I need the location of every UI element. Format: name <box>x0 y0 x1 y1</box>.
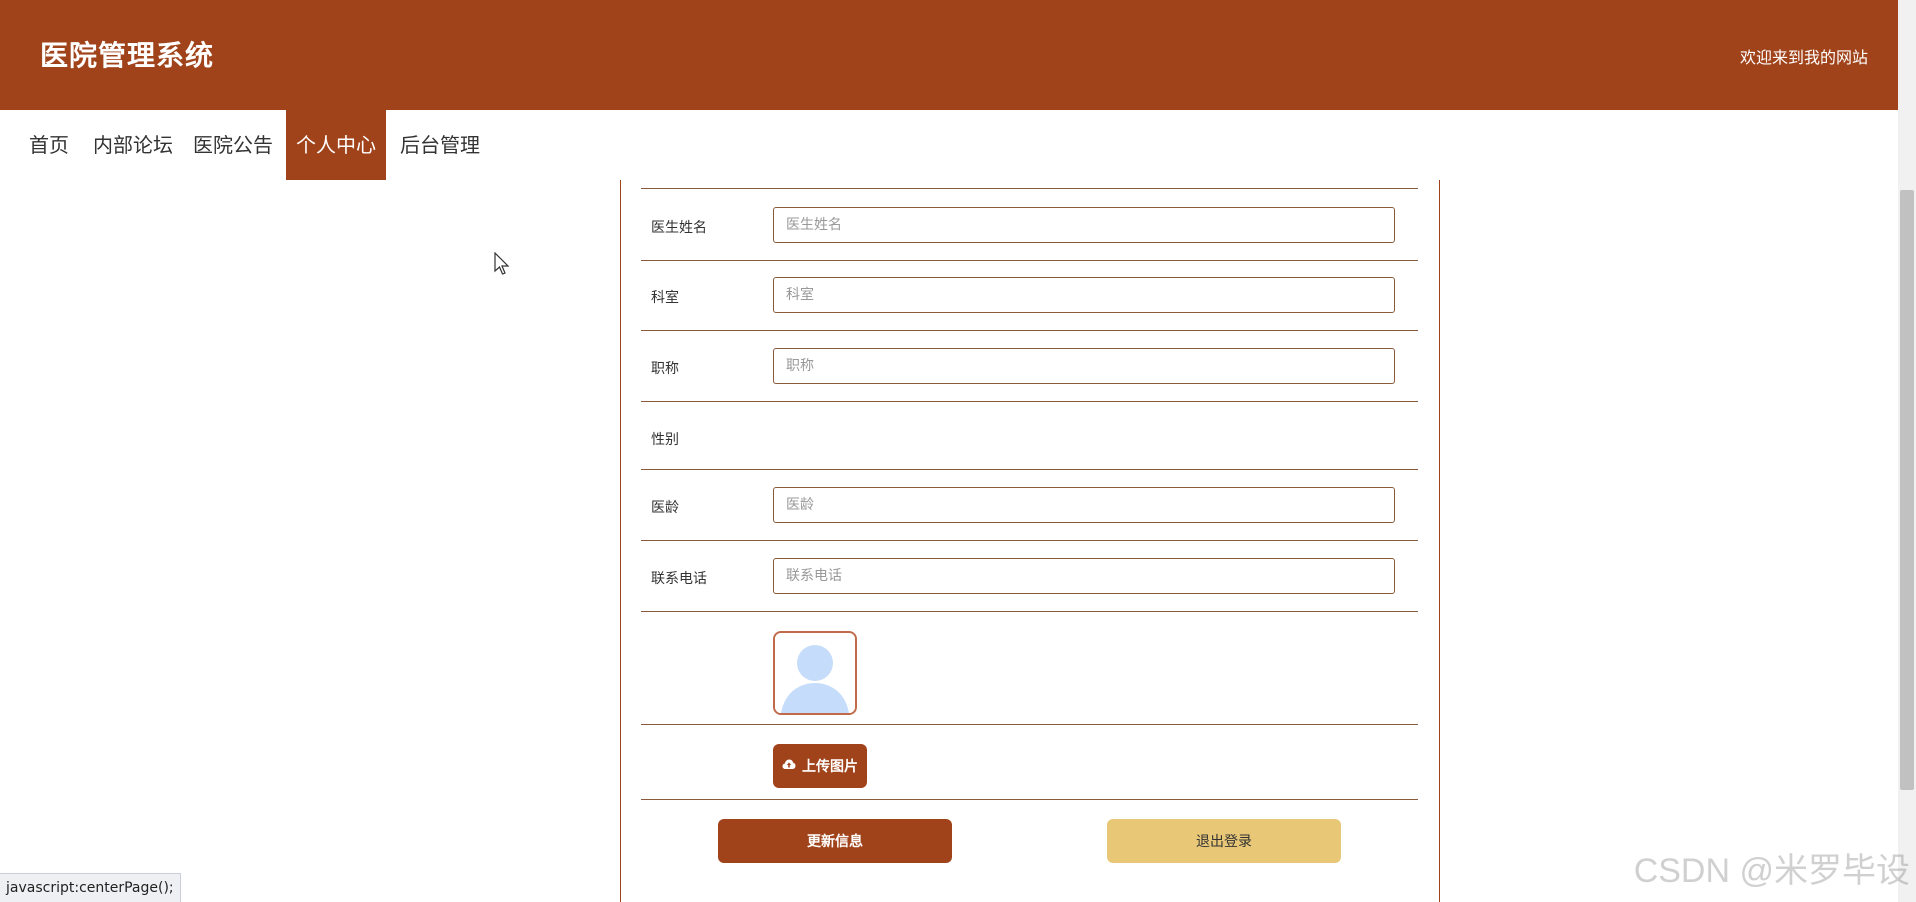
browser-status-bar: javascript:centerPage(); <box>0 873 181 902</box>
phone-label: 联系电话 <box>651 571 707 587</box>
profile-form-panel: 医生姓名 科室 职称 性别 医龄 联系电话 <box>620 180 1440 902</box>
user-avatar-icon[interactable] <box>773 631 857 715</box>
nav-item-forum[interactable]: 内部论坛 <box>83 110 183 180</box>
welcome-text: 欢迎来到我的网站 <box>1739 48 1868 67</box>
cloud-upload-icon <box>782 758 796 774</box>
title-label: 职称 <box>651 361 679 377</box>
phone-input[interactable] <box>773 558 1395 594</box>
site-title[interactable]: 医院管理系统 <box>40 34 214 74</box>
form-row-avatar <box>641 612 1418 725</box>
form-row-upload: 上传图片 <box>641 725 1418 800</box>
upload-image-label: 上传图片 <box>802 759 858 775</box>
doctor-name-input[interactable] <box>773 207 1395 243</box>
site-header: 医院管理系统 欢迎来到我的网站 <box>0 0 1898 110</box>
main-nav: 首页 内部论坛 医院公告 个人中心 后台管理 <box>0 110 1898 180</box>
form-row-phone: 联系电话 <box>641 541 1418 612</box>
gender-label: 性别 <box>651 432 679 448</box>
page: 医院管理系统 欢迎来到我的网站 首页 内部论坛 医院公告 个人中心 后台管理 医… <box>0 0 1916 902</box>
department-input[interactable] <box>773 277 1395 313</box>
seniority-label: 医龄 <box>651 500 679 516</box>
form-top-divider <box>641 180 1418 189</box>
doctor-name-label: 医生姓名 <box>651 220 707 236</box>
form-row-doctor-name: 医生姓名 <box>641 189 1418 261</box>
form-row-gender: 性别 <box>641 402 1418 470</box>
form-row-department: 科室 <box>641 260 1418 331</box>
seniority-input[interactable] <box>773 487 1395 523</box>
update-info-button[interactable]: 更新信息 <box>718 819 952 863</box>
upload-image-button[interactable]: 上传图片 <box>773 744 867 788</box>
page-scrollbar[interactable] <box>1898 0 1916 902</box>
nav-item-admin[interactable]: 后台管理 <box>390 110 490 180</box>
nav-item-announcements[interactable]: 医院公告 <box>183 110 283 180</box>
nav-item-home[interactable]: 首页 <box>19 110 79 180</box>
form-row-title: 职称 <box>641 331 1418 402</box>
watermark-text: CSDN @米罗毕设 <box>1633 852 1910 890</box>
title-input[interactable] <box>773 348 1395 384</box>
logout-button[interactable]: 退出登录 <box>1107 819 1341 863</box>
department-label: 科室 <box>651 290 679 306</box>
scrollbar-thumb[interactable] <box>1900 190 1914 790</box>
mouse-pointer-icon <box>494 251 510 280</box>
form-row-seniority: 医龄 <box>641 470 1418 541</box>
nav-item-personal-center[interactable]: 个人中心 <box>286 110 386 180</box>
